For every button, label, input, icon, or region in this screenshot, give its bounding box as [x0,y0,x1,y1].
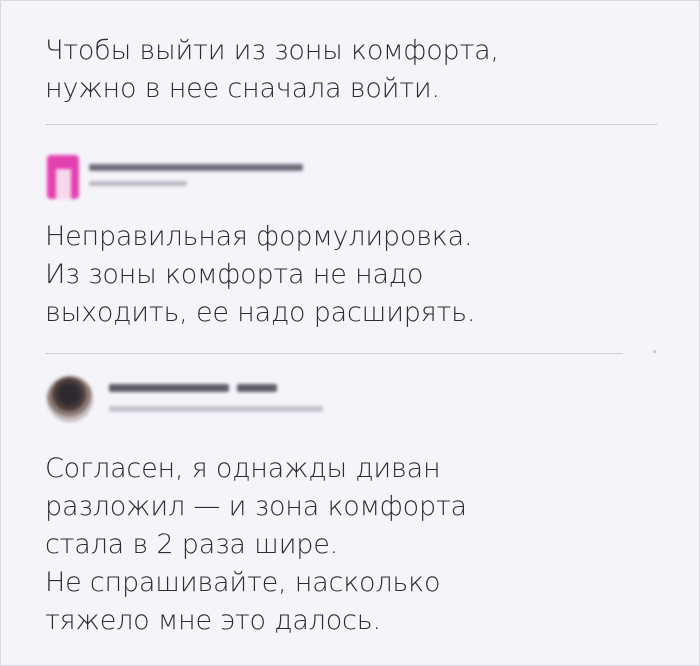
post-thread: Чтобы выйти из зоны комфорта, нужно в не… [0,0,700,666]
post-text: Неправильная формулировка. Из зоны комфо… [45,221,476,328]
post-text: Согласен, я однажды диван разложил — и з… [45,453,467,636]
divider [45,124,657,125]
blurred-handle [109,406,323,412]
blurred-handle [89,181,187,186]
user-avatar-pink-icon[interactable] [47,155,79,199]
user-avatar-photo-icon[interactable] [47,376,93,422]
divider-dot [653,350,656,353]
divider [45,353,623,354]
blurred-username-part[interactable] [237,384,277,392]
blurred-username[interactable] [89,164,303,171]
post-text: Чтобы выйти из зоны комфорта, нужно в не… [45,35,499,104]
blurred-username[interactable] [109,384,229,392]
